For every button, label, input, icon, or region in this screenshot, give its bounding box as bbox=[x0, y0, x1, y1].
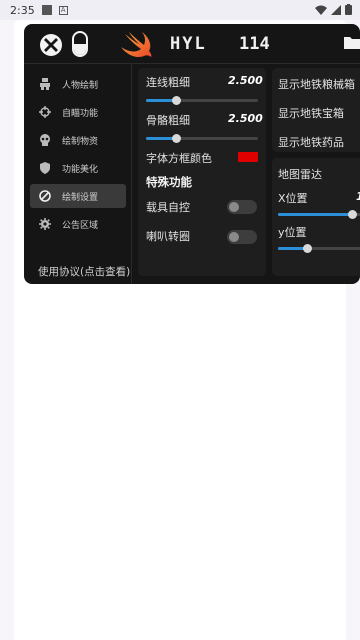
close-logo-icon[interactable] bbox=[39, 33, 63, 57]
slider-knob[interactable] bbox=[348, 210, 357, 219]
sidebar-item-label: 公告区域 bbox=[62, 220, 99, 231]
shield-icon bbox=[40, 162, 50, 174]
bone-width-value: 2.500 bbox=[228, 112, 263, 125]
signal-icon bbox=[331, 4, 341, 15]
sidebar-item-label: 自瞄功能 bbox=[62, 108, 99, 119]
special-features-title: 特殊功能 bbox=[146, 175, 192, 189]
app-title: HYL bbox=[170, 34, 207, 54]
draw-settings-card: 连线粗细 2.500 骨骼粗细 2.500 字体方框颜色 特殊功能 载具自控 喇… bbox=[138, 68, 266, 276]
pill-icon[interactable] bbox=[72, 31, 88, 57]
slider-knob[interactable] bbox=[172, 134, 181, 143]
x-position-label: X位置 bbox=[278, 192, 308, 205]
y-position-label: y位置 bbox=[278, 226, 307, 239]
x-position-value: 1 bbox=[356, 190, 360, 203]
bone-width-label: 骨骼粗细 bbox=[146, 114, 190, 127]
sidebar-item-beautify[interactable]: 功能美化 bbox=[30, 156, 126, 180]
horn-spin-label: 喇叭转圈 bbox=[146, 230, 190, 243]
subway-display-card: 显示地铁粮械箱 显示地铁宝箱 显示地铁药品 bbox=[272, 68, 360, 152]
battery-icon bbox=[345, 4, 352, 15]
sidebar: 人物绘制 自瞄功能 绘制物资 功能美化 绘制设置 公告区域 bbox=[24, 64, 132, 284]
line-width-label: 连线粗细 bbox=[146, 76, 190, 89]
sidebar-item-aim[interactable]: 自瞄功能 bbox=[30, 100, 126, 124]
vehicle-control-toggle[interactable] bbox=[227, 200, 257, 214]
swift-logo-icon bbox=[121, 32, 152, 57]
font-box-color-swatch[interactable] bbox=[238, 152, 258, 162]
status-time: 2:35 bbox=[10, 3, 35, 17]
notification-icon bbox=[41, 5, 52, 15]
x-position-slider[interactable] bbox=[278, 210, 360, 219]
forbidden-icon bbox=[39, 190, 51, 202]
gear-icon bbox=[39, 218, 51, 230]
subway-treasure-label: 显示地铁宝箱 bbox=[278, 107, 344, 120]
skull-icon bbox=[40, 134, 50, 146]
line-width-slider[interactable] bbox=[146, 96, 258, 105]
mod-menu-panel[interactable]: HYL 114 人物绘制 自瞄功能 绘制物资 功能美化 绘制设置 公告区域 使用… bbox=[24, 24, 360, 284]
vehicle-control-label: 载具自控 bbox=[146, 201, 190, 214]
sidebar-item-label: 绘制物资 bbox=[62, 136, 99, 147]
sidebar-item-draw-settings[interactable]: 绘制设置 bbox=[30, 184, 126, 208]
version-number: 114 bbox=[239, 34, 270, 54]
sidebar-item-character[interactable]: 人物绘制 bbox=[30, 72, 126, 96]
sidebar-item-supplies[interactable]: 绘制物资 bbox=[30, 128, 126, 152]
subway-weapon-box-label: 显示地铁粮械箱 bbox=[278, 78, 355, 91]
menu-header[interactable]: HYL 114 bbox=[24, 24, 360, 64]
horn-spin-toggle[interactable] bbox=[227, 230, 257, 244]
map-radar-title: 地图雷达 bbox=[278, 168, 322, 181]
font-box-color-label: 字体方框颜色 bbox=[146, 152, 212, 165]
crosshair-icon bbox=[39, 106, 51, 118]
sidebar-item-announcement[interactable]: 公告区域 bbox=[30, 212, 126, 236]
character-icon bbox=[40, 78, 50, 90]
agreement-link[interactable]: 使用协议(点击查看) bbox=[38, 264, 130, 279]
map-radar-card: 地图雷达 X位置 1 y位置 bbox=[272, 158, 360, 276]
bone-width-slider[interactable] bbox=[146, 134, 258, 143]
slider-knob[interactable] bbox=[172, 96, 181, 105]
wifi-icon bbox=[315, 5, 327, 15]
line-width-value: 2.500 bbox=[228, 74, 263, 87]
y-position-slider[interactable] bbox=[278, 244, 360, 253]
app-notification-icon: A bbox=[58, 5, 68, 15]
slider-knob[interactable] bbox=[303, 244, 312, 253]
sidebar-item-label: 人物绘制 bbox=[62, 80, 99, 91]
status-bar: 2:35 A bbox=[0, 0, 360, 20]
sidebar-item-label: 功能美化 bbox=[62, 164, 99, 175]
subway-medicine-label: 显示地铁药品 bbox=[278, 136, 344, 149]
sidebar-item-label: 绘制设置 bbox=[62, 192, 99, 203]
folder-icon[interactable] bbox=[344, 36, 360, 49]
